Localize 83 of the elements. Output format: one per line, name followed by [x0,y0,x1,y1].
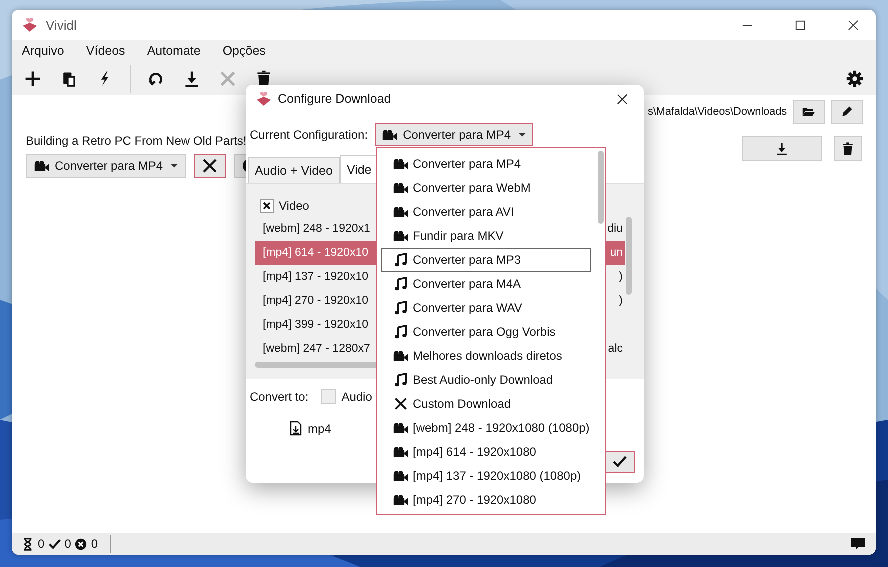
app-logo-icon [22,17,38,33]
video-camera-icon [382,128,398,140]
menu-item[interactable]: Arquivo [22,44,64,58]
format-name: [webm] 247 - 1280x7 [263,343,370,355]
plus-icon [24,70,42,88]
menu-option[interactable]: [webm] 248 - 1920x1080 (1080p) [381,416,591,440]
ok-button[interactable] [605,451,635,473]
error-icon [75,538,88,550]
menu-option[interactable]: Fundir para MKV [381,224,591,248]
scrollbar[interactable] [626,217,632,295]
trash-icon [841,142,855,156]
menu-option[interactable]: Best Audio-only Download [381,368,591,392]
check-icon [48,538,61,550]
menu-option[interactable]: Converter para WAV [381,296,591,320]
edit-button[interactable] [831,100,863,124]
menu-item[interactable]: Vídeos [86,44,126,58]
remove-video-button[interactable] [834,136,862,161]
menu-option[interactable]: Converter para MP3 [381,248,591,272]
download-icon [775,142,789,156]
music-note-icon [393,301,409,315]
video-camera-icon [393,469,409,483]
video-camera-icon [393,445,409,459]
checkbox[interactable] [320,389,336,404]
customize-button[interactable] [194,154,226,178]
menu-option[interactable]: Converter para Ogg Vorbis [381,320,591,344]
checkbox[interactable] [260,199,274,213]
scrollbar[interactable] [598,151,604,224]
failed-count: 0 [91,537,98,551]
video-camera-icon [393,229,409,243]
menu-option[interactable]: Melhores downloads diretos [381,344,591,368]
file-extension: mp4 [308,422,332,436]
video-camera-icon [393,205,409,219]
configuration-label: Current Configuration: [250,128,368,142]
video-camera-icon [34,160,50,172]
menu-option[interactable]: Custom Download [381,392,591,416]
music-note-icon [393,325,409,339]
tab[interactable]: Audio + Video [248,157,340,183]
pending-count: 0 [38,537,45,551]
menu-item[interactable]: Opções [222,44,266,58]
settings-icon[interactable] [846,70,864,88]
menu-option[interactable]: [mp4] 137 - 1920x1080 (1080p) [381,464,591,488]
format-name: [mp4] 614 - 1920x10 [263,247,368,259]
video-camera-icon [393,349,409,363]
folder-button[interactable] [793,100,825,124]
checkbox-label: Audio [342,390,372,404]
video-camera-icon [393,181,409,195]
configuration-dropdown[interactable]: Converter para MP4 [375,123,534,146]
file-icon [290,421,302,436]
pencil-icon [840,105,854,119]
video-camera-icon [393,157,409,171]
video-camera-icon [393,493,409,507]
window-title: Vividl [46,18,77,32]
caret-icon [171,164,178,168]
video-camera-icon [393,421,409,435]
caret-icon [519,132,526,136]
music-note-icon [393,277,409,291]
check-icon [613,455,627,469]
format-detail: un [610,247,624,259]
menu-item[interactable]: Automate [147,44,201,58]
message-icon[interactable] [850,537,866,551]
done-count: 0 [64,537,72,551]
tab[interactable]: Vide [340,155,379,183]
hourglass-icon [22,538,34,550]
dialog-title: Configure Download [278,92,392,106]
download-folder-path: s\Mafalda\Videos\Downloads [648,106,787,118]
convert-label: Convert to: [250,390,309,404]
format-detail: alc [608,343,624,355]
checkbox-label: Video [279,199,310,213]
menu-option[interactable]: Converter para MP4 [381,152,591,176]
preset-dropdown[interactable]: Converter para MP4 [26,154,186,178]
app-logo-icon [256,91,272,107]
menu-option[interactable]: Converter para M4A [381,272,591,296]
download-icon [183,70,201,88]
close-icon [219,70,237,88]
music-note-icon [393,253,409,267]
cross-mark-icon [262,201,272,211]
menu-option[interactable]: [mp4] 270 - 1920x1080 [381,488,591,512]
music-note-icon [393,373,409,387]
menu-option[interactable]: [mp4] 614 - 1920x1080 [381,440,591,464]
menu-option[interactable]: Converter para AVI [381,200,591,224]
download-video-button[interactable] [742,136,822,161]
menu-option[interactable]: Converter para WebM [381,176,591,200]
close-button[interactable] [617,94,628,104]
